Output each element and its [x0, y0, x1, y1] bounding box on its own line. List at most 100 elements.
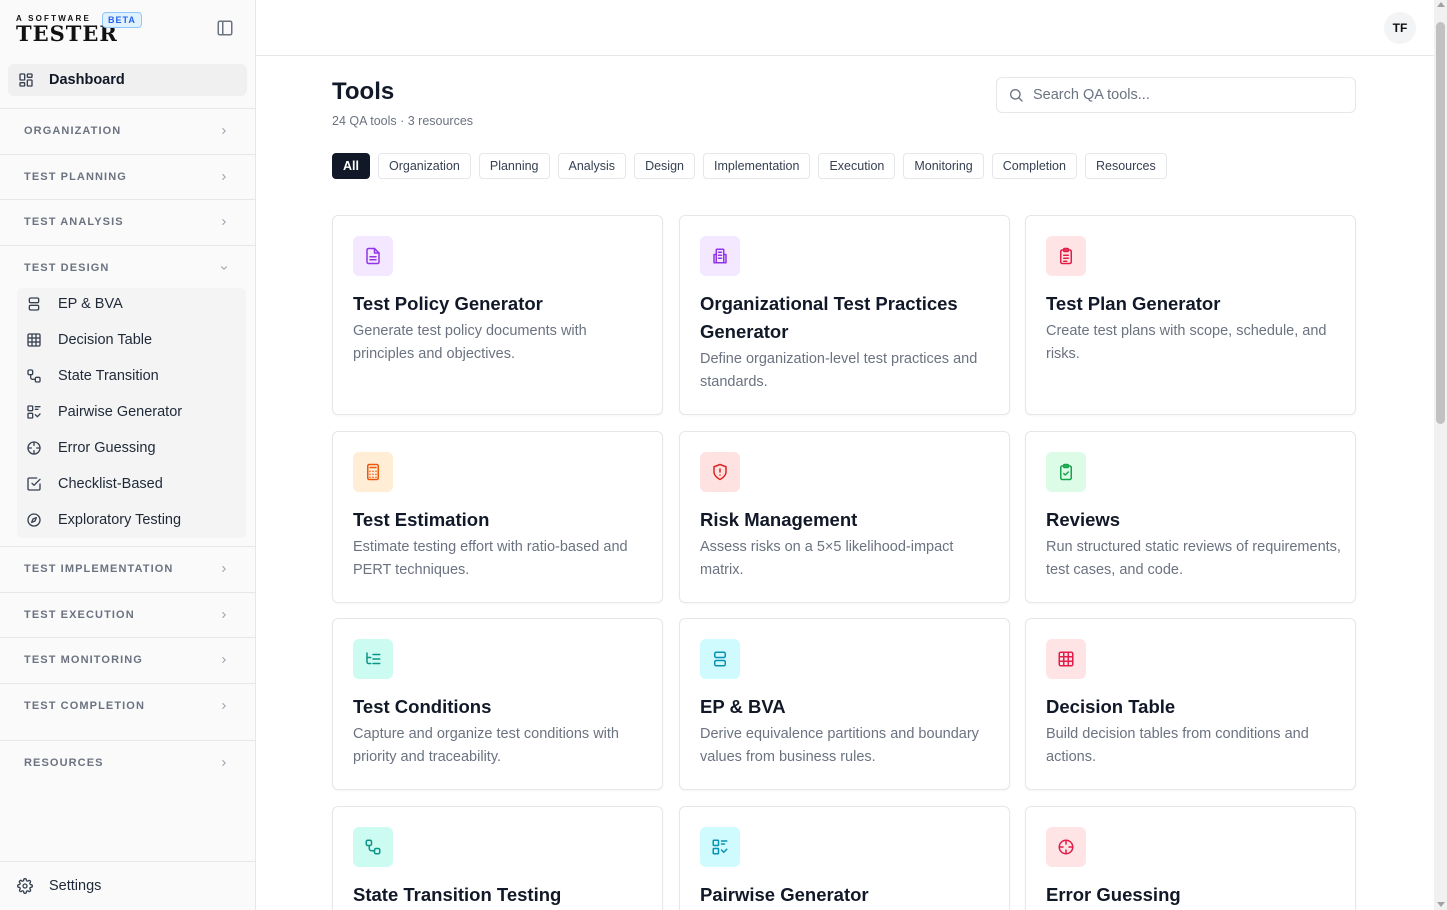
search-box[interactable] [996, 77, 1356, 113]
card-icon-box [1046, 452, 1086, 492]
sidebar-item-label: Settings [49, 878, 102, 894]
scroll-up-arrow-icon[interactable] [1437, 2, 1445, 7]
category-filter-bar: All Organization Planning Analysis Desig… [332, 153, 1167, 179]
sidebar-item-pairwise-generator[interactable]: Pairwise Generator [17, 394, 246, 430]
tool-card-test-policy-generator[interactable]: Test Policy Generator Generate test poli… [332, 215, 663, 415]
filter-chip-design[interactable]: Design [634, 153, 695, 179]
filter-chip-organization[interactable]: Organization [377, 153, 471, 179]
sidebar-item-settings[interactable]: Settings [0, 861, 255, 910]
filter-chip-analysis[interactable]: Analysis [557, 153, 627, 179]
filter-chip-completion[interactable]: Completion [991, 153, 1077, 179]
sidebar-section-test-completion[interactable]: TEST COMPLETION [0, 683, 255, 728]
table-grid-icon [1058, 651, 1074, 667]
search-input[interactable] [1033, 87, 1333, 103]
sidebar-item-state-transition[interactable]: State Transition [17, 358, 246, 394]
beta-badge: BETA [102, 12, 142, 28]
sidebar-item-label: Error Guessing [58, 440, 156, 456]
tool-card-decision-table[interactable]: Decision Table Build decision tables fro… [1025, 618, 1356, 790]
pairwise-icon [27, 405, 41, 419]
dashboard-grid-icon [19, 73, 33, 87]
sidebar-section-test-design[interactable]: TEST DESIGN [0, 245, 255, 290]
chevron-right-icon [222, 218, 226, 226]
state-transition-icon [27, 369, 41, 383]
filter-chip-resources[interactable]: Resources [1084, 153, 1167, 179]
section-label: RESOURCES [24, 757, 104, 769]
brand-logo[interactable]: A SOFTWARE TESTER BETA [16, 12, 156, 46]
sidebar-section-test-monitoring[interactable]: TEST MONITORING [0, 637, 255, 682]
tool-card-ep-bva[interactable]: EP & BVA Derive equivalence partitions a… [679, 618, 1010, 790]
sidebar-section-test-planning[interactable]: TEST PLANNING [0, 154, 255, 199]
chevron-right-icon [222, 611, 226, 619]
card-description: Generate test policy documents with prin… [353, 323, 587, 362]
card-title: Test Policy Generator [353, 293, 543, 314]
tool-card-error-guessing[interactable]: Error Guessing [1025, 806, 1356, 910]
tool-card-test-conditions[interactable]: Test Conditions Capture and organize tes… [332, 618, 663, 790]
card-icon-box [1046, 236, 1086, 276]
top-bar: TF [256, 0, 1434, 56]
chevron-down-icon [220, 266, 228, 270]
sidebar-section-test-analysis[interactable]: TEST ANALYSIS [0, 199, 255, 244]
chevron-right-icon [222, 173, 226, 181]
section-label: TEST ANALYSIS [24, 216, 124, 228]
card-title: EP & BVA [700, 696, 786, 717]
sidebar-item-dashboard[interactable]: Dashboard [8, 64, 247, 96]
filter-chip-planning[interactable]: Planning [478, 153, 550, 179]
gear-icon [17, 878, 33, 894]
filter-chip-monitoring[interactable]: Monitoring [903, 153, 984, 179]
tool-card-state-transition-testing[interactable]: State Transition Testing [332, 806, 663, 910]
sidebar-section-organization[interactable]: ORGANIZATION [0, 108, 255, 153]
card-description: Create test plans with scope, schedule, … [1046, 323, 1327, 362]
card-icon-box [1046, 827, 1086, 867]
building-icon [713, 248, 727, 264]
sidebar-toggle-icon[interactable] [216, 19, 234, 37]
document-icon [366, 247, 380, 265]
tool-card-risk-management[interactable]: Risk Management Assess risks on a 5×5 li… [679, 431, 1010, 603]
card-description: Derive equivalence partitions and bounda… [700, 726, 979, 765]
partition-icon [714, 651, 726, 667]
card-description: Estimate testing effort with ratio-based… [353, 539, 628, 578]
tool-card-organizational-test-practices-generator[interactable]: Organizational Test Practices Generator … [679, 215, 1010, 415]
calculator-icon [367, 463, 379, 481]
card-description: Build decision tables from conditions an… [1046, 726, 1309, 765]
scrollbar-thumb[interactable] [1436, 22, 1445, 424]
card-title: Decision Table [1046, 696, 1176, 717]
tool-card-test-estimation[interactable]: Test Estimation Estimate testing effort … [332, 431, 663, 603]
scroll-down-arrow-icon[interactable] [1437, 902, 1445, 907]
user-avatar[interactable]: TF [1384, 12, 1416, 44]
filter-chip-execution[interactable]: Execution [818, 153, 896, 179]
state-transition-icon [365, 839, 381, 855]
sidebar: A SOFTWARE TESTER BETA Dashboard ORGANIZ… [0, 0, 256, 910]
card-description: Run structured static reviews of require… [1046, 539, 1341, 578]
section-label: TEST COMPLETION [24, 700, 145, 712]
section-label: TEST DESIGN [24, 262, 110, 274]
sidebar-item-error-guessing[interactable]: Error Guessing [17, 430, 246, 466]
sidebar-item-label: EP & BVA [58, 296, 123, 312]
checkbox-icon [27, 477, 41, 491]
card-title: State Transition Testing [353, 884, 562, 905]
card-title: Test Estimation [353, 509, 490, 530]
shield-alert-icon [713, 463, 727, 481]
sidebar-item-decision-table[interactable]: Decision Table [17, 322, 246, 358]
card-icon-box [700, 236, 740, 276]
sidebar-item-exploratory-testing[interactable]: Exploratory Testing [17, 502, 246, 538]
filter-chip-all[interactable]: All [332, 153, 370, 179]
sidebar-item-ep-bva[interactable]: EP & BVA [17, 286, 246, 322]
sidebar-item-checklist-based[interactable]: Checklist-Based [17, 466, 246, 502]
section-label: TEST EXECUTION [24, 609, 135, 621]
chevron-right-icon [222, 565, 226, 573]
list-tree-icon [366, 652, 381, 665]
table-grid-icon [27, 333, 41, 347]
sidebar-section-test-implementation[interactable]: TEST IMPLEMENTATION [0, 546, 255, 591]
tool-card-reviews[interactable]: Reviews Run structured static reviews of… [1025, 431, 1356, 603]
clipboard-check-icon [1060, 463, 1072, 481]
sidebar-item-label: Pairwise Generator [58, 404, 183, 420]
tool-card-pairwise-generator[interactable]: Pairwise Generator [679, 806, 1010, 910]
sidebar-section-test-execution[interactable]: TEST EXECUTION [0, 592, 255, 637]
section-label: TEST MONITORING [24, 654, 143, 666]
sidebar-item-label: Exploratory Testing [58, 512, 182, 528]
page-scrollbar[interactable] [1434, 0, 1447, 910]
tool-card-test-plan-generator[interactable]: Test Plan Generator Create test plans wi… [1025, 215, 1356, 415]
filter-chip-implementation[interactable]: Implementation [702, 153, 811, 179]
sidebar-section-resources[interactable]: RESOURCES [0, 740, 255, 785]
sidebar-item-label: State Transition [58, 368, 159, 384]
